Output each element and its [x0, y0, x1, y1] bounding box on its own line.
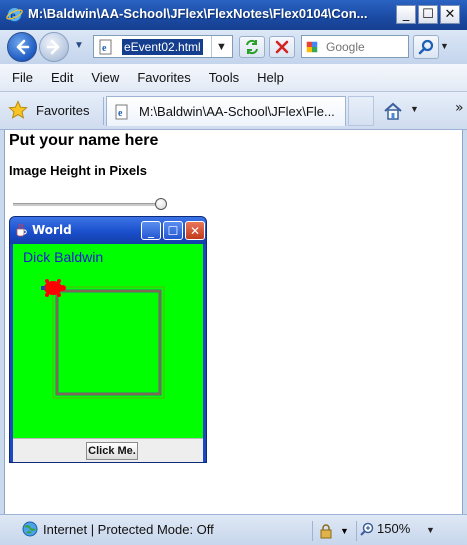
globe-icon — [22, 521, 38, 537]
zoom-dropdown[interactable]: ▼ — [426, 525, 435, 535]
address-toolbar: ▼ e eEvent02.html ▼ ▼ — [0, 30, 467, 64]
click-me-button[interactable]: Click Me. — [86, 442, 138, 460]
search-button[interactable] — [413, 35, 439, 59]
maximize-icon: ☐ — [422, 7, 434, 22]
status-bar: Internet | Protected Mode: Off ▼ 150% ▼ — [0, 514, 467, 545]
refresh-button[interactable] — [239, 36, 265, 58]
history-dropdown[interactable]: ▼ — [72, 40, 86, 54]
favorites-label: Favorites — [36, 102, 90, 118]
zoom-button[interactable]: 150% — [360, 521, 410, 536]
world-title-bar: World _ ☐ ✕ — [10, 217, 206, 244]
tab-title: M:\Baldwin\AA-School\JFlex\Fle... — [139, 104, 335, 119]
svg-text:e: e — [102, 43, 107, 54]
new-tab-button[interactable] — [348, 96, 374, 126]
world-close-button[interactable]: ✕ — [185, 221, 205, 240]
maximize-icon: ☐ — [167, 223, 179, 238]
zoom-icon — [360, 522, 374, 536]
zoom-level: 150% — [377, 521, 411, 536]
turtle-drawing — [41, 279, 165, 399]
minimize-icon: _ — [402, 7, 410, 22]
java-cup-icon — [16, 223, 27, 237]
forward-arrow-icon — [46, 39, 60, 55]
back-arrow-icon — [16, 39, 30, 55]
window-title-bar: e M:\Baldwin\AA-School\JFlex\FlexNotes\F… — [0, 0, 467, 30]
world-button-panel: Click Me. — [13, 438, 203, 462]
protected-mode-button[interactable]: ▼ — [318, 521, 354, 541]
ie-logo-icon: e — [6, 7, 23, 22]
home-dropdown[interactable]: ▼ — [410, 104, 419, 114]
image-height-label: Image Height in Pixels — [9, 163, 147, 178]
stop-icon — [275, 40, 289, 54]
page-heading: Put your name here — [9, 132, 159, 149]
turtle-icon — [41, 279, 66, 297]
svg-text:e: e — [10, 8, 16, 22]
tab-current-page[interactable]: e M:\Baldwin\AA-School\JFlex\Fle... — [106, 96, 346, 126]
search-input[interactable] — [324, 38, 408, 55]
status-separator — [356, 521, 357, 541]
star-icon — [8, 100, 28, 119]
minimize-button[interactable]: _ — [396, 5, 416, 24]
page-icon: e — [99, 39, 112, 54]
favorites-bar: Favorites e M:\Baldwin\AA-School\JFlex\F… — [0, 92, 467, 130]
window-title: M:\Baldwin\AA-School\JFlex\FlexNotes\Fle… — [28, 6, 368, 21]
page-icon: e — [115, 104, 128, 119]
menu-help[interactable]: Help — [249, 70, 292, 85]
menu-file[interactable]: File — [4, 70, 41, 85]
security-zone-text: Internet | Protected Mode: Off — [43, 521, 214, 537]
maximize-button[interactable]: ☐ — [418, 5, 438, 24]
home-icon — [384, 102, 402, 120]
menu-edit[interactable]: Edit — [43, 70, 81, 85]
menu-tools[interactable]: Tools — [201, 70, 247, 85]
refresh-icon — [246, 39, 258, 55]
stop-button[interactable] — [269, 36, 295, 58]
chevron-down-icon: ▼ — [340, 526, 349, 536]
security-zone[interactable]: Internet | Protected Mode: Off — [22, 521, 214, 537]
close-icon: ✕ — [189, 223, 201, 238]
menu-favorites[interactable]: Favorites — [129, 70, 198, 85]
world-window: World _ ☐ ✕ Dick Baldwin Click Me. — [9, 216, 207, 463]
image-height-slider[interactable] — [13, 203, 161, 206]
search-icon — [418, 39, 434, 55]
minimize-icon: _ — [148, 223, 154, 238]
world-title: World — [32, 223, 72, 237]
world-minimize-button[interactable]: _ — [141, 221, 161, 240]
menu-view[interactable]: View — [83, 70, 127, 85]
world-canvas: Dick Baldwin — [13, 244, 203, 438]
turtle-path — [52, 286, 165, 399]
close-icon: ✕ — [444, 7, 456, 22]
back-button[interactable] — [7, 32, 37, 62]
address-dropdown[interactable]: ▼ — [211, 36, 231, 57]
close-button[interactable]: ✕ — [440, 5, 460, 24]
favorites-button[interactable]: Favorites — [4, 97, 100, 123]
toolbar-overflow-button[interactable]: » — [455, 100, 464, 116]
lock-icon — [320, 524, 332, 539]
toolbar-separator — [103, 97, 104, 125]
world-maximize-button[interactable]: ☐ — [163, 221, 183, 240]
google-icon — [306, 41, 318, 52]
forward-button[interactable] — [39, 32, 69, 62]
menu-bar: File Edit View Favorites Tools Help — [0, 64, 467, 92]
page-content: Put your name here Image Height in Pixel… — [4, 130, 463, 514]
search-options-dropdown[interactable]: ▼ — [440, 41, 452, 53]
status-separator — [312, 521, 313, 541]
search-field[interactable] — [301, 35, 409, 58]
address-text: eEvent02.html — [122, 38, 203, 55]
slider-thumb[interactable] — [155, 198, 167, 210]
svg-text:e: e — [118, 108, 123, 119]
home-button[interactable] — [380, 99, 406, 123]
